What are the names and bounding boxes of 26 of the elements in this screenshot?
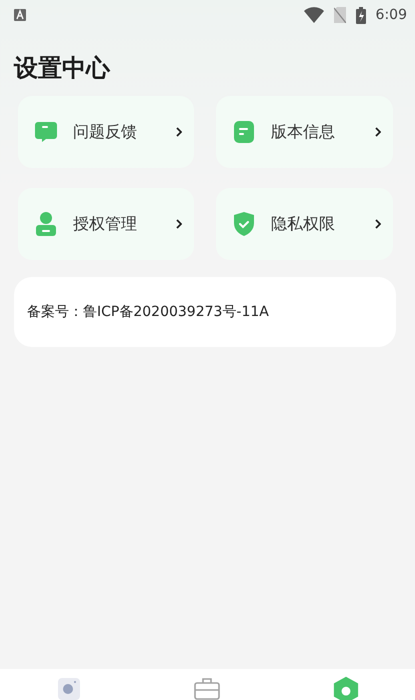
settings-icon[interactable] [332, 676, 360, 700]
user-icon [35, 211, 57, 237]
menu-label: 问题反馈 [73, 122, 138, 142]
chevron-right-icon [176, 127, 182, 137]
menu-label: 版本信息 [271, 122, 336, 142]
menu-label: 授权管理 [73, 214, 138, 234]
chevron-right-icon [375, 127, 381, 137]
toolbox-icon[interactable] [194, 677, 220, 700]
menu-card[interactable]: 授权管理 [18, 188, 194, 260]
chat-icon [34, 120, 58, 144]
menu-label: 隐私权限 [271, 214, 336, 234]
chevron-right-icon [375, 219, 381, 229]
wifi-icon [304, 7, 324, 23]
camera-icon[interactable] [56, 677, 81, 700]
app-notification-icon [14, 9, 26, 21]
document-icon [233, 120, 255, 144]
icp-registration-text: 备案号：鲁ICP备2020039273号-11A [14, 277, 396, 347]
clock-time: 6:09 [376, 7, 407, 23]
menu-card[interactable]: 版本信息 [216, 96, 393, 168]
menu-card[interactable]: 问题反馈 [18, 96, 194, 168]
menu-card[interactable]: 隐私权限 [216, 188, 393, 260]
page-title: 设置中心 [14, 53, 112, 84]
shield-check-icon [233, 211, 255, 237]
battery-charging-icon [356, 6, 366, 24]
no-sim-icon [334, 7, 346, 23]
chevron-right-icon [176, 219, 182, 229]
